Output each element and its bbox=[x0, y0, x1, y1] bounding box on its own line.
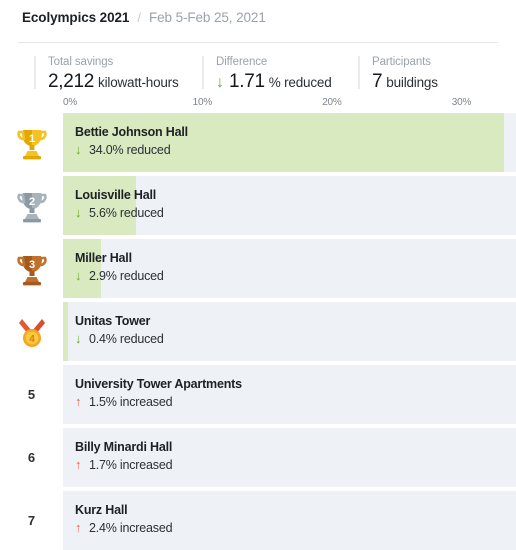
rank-cell: 4 bbox=[0, 302, 63, 361]
arrow-up-icon: ↑ bbox=[75, 520, 82, 535]
bar-track: Bettie Johnson Hall ↓ 34.0% reduced bbox=[63, 113, 516, 172]
row-text: Kurz Hall ↑ 2.4% increased bbox=[63, 491, 516, 537]
bar-track: Kurz Hall ↑ 2.4% increased bbox=[63, 491, 516, 550]
rank-number: 7 bbox=[27, 513, 36, 528]
trophy-icon: 1 bbox=[16, 129, 47, 159]
row-text: University Tower Apartments ↑ 1.5% incre… bbox=[63, 365, 516, 411]
change-value: 0.4% reduced bbox=[88, 332, 164, 346]
axis-tick-label: 10% bbox=[192, 97, 213, 108]
leaderboard-row[interactable]: 5 University Tower Apartments ↑ 1.5% inc… bbox=[0, 365, 516, 424]
change-line: ↑ 2.4% increased bbox=[75, 519, 516, 537]
rank-cell: 2 bbox=[0, 176, 63, 235]
stat-value: 1.71 bbox=[229, 71, 265, 92]
chart-x-axis: 0% 10% 20% 30% bbox=[0, 97, 516, 113]
stat-label: Participants bbox=[372, 56, 431, 68]
arrow-down-icon: ↓ bbox=[75, 142, 82, 157]
arrow-up-icon: ↑ bbox=[75, 394, 82, 409]
arrow-down-icon: ↓ bbox=[75, 205, 82, 220]
stat-value: 2,212 bbox=[48, 71, 95, 92]
trophy-icon: 3 bbox=[16, 255, 47, 285]
bar-track: Louisville Hall ↓ 5.6% reduced bbox=[63, 176, 516, 235]
building-name: Bettie Johnson Hall bbox=[75, 125, 188, 139]
leaderboard-row[interactable]: 6 Billy Minardi Hall ↑ 1.7% increased bbox=[0, 428, 516, 487]
change-value: 2.9% reduced bbox=[88, 269, 164, 283]
change-value: 1.7% increased bbox=[88, 458, 173, 472]
leaderboard-row[interactable]: 3 Miller Hall ↓ 2.9% reduced bbox=[0, 239, 516, 298]
stat-value-group: 7 buildings bbox=[372, 70, 488, 95]
rank-cell: 5 bbox=[0, 365, 63, 424]
page-title: Ecolympics 2021 bbox=[22, 10, 130, 25]
change-line: ↓ 2.9% reduced bbox=[75, 267, 516, 285]
leaderboard-row[interactable]: 4 Unitas Tower ↓ 0.4% reduced bbox=[0, 302, 516, 361]
change-value: 34.0% reduced bbox=[88, 143, 171, 157]
change-value: 2.4% increased bbox=[88, 521, 173, 535]
row-text: Billy Minardi Hall ↑ 1.7% increased bbox=[63, 428, 516, 474]
arrow-down-icon: ↓ bbox=[216, 74, 224, 91]
building-name: University Tower Apartments bbox=[75, 377, 242, 391]
change-value: 5.6% reduced bbox=[88, 206, 164, 220]
row-text: Louisville Hall ↓ 5.6% reduced bbox=[63, 176, 516, 222]
change-line: ↑ 1.5% increased bbox=[75, 393, 516, 411]
rank-number: 6 bbox=[27, 450, 36, 465]
axis-tick-label: 30% bbox=[451, 97, 472, 108]
rank-cell: 6 bbox=[0, 428, 63, 487]
summary-stats: Total savings 2,212 kilowatt-hours Diffe… bbox=[0, 43, 516, 92]
building-name: Unitas Tower bbox=[75, 314, 151, 328]
arrow-down-icon: ↓ bbox=[75, 268, 82, 283]
svg-text:2: 2 bbox=[28, 196, 34, 208]
svg-text:3: 3 bbox=[28, 259, 34, 271]
stat-unit: % reduced bbox=[268, 75, 332, 90]
page-header: Ecolympics 2021 / Feb 5-Feb 25, 2021 bbox=[0, 0, 516, 32]
stat-unit: kilowatt-hours bbox=[98, 75, 179, 90]
stat-unit: buildings bbox=[386, 75, 438, 90]
leaderboard-row[interactable]: 2 Louisville Hall ↓ 5.6% reduced bbox=[0, 176, 516, 235]
rank-cell: 3 bbox=[0, 239, 63, 298]
stat-value-group: ↓ 1.71 % reduced bbox=[216, 70, 350, 95]
stat-total-savings: Total savings 2,212 kilowatt-hours bbox=[34, 55, 194, 92]
trophy-icon: 2 bbox=[16, 192, 47, 222]
rank-cell: 7 bbox=[0, 491, 63, 550]
change-line: ↓ 5.6% reduced bbox=[75, 204, 516, 222]
stat-participants: Participants 7 buildings bbox=[358, 55, 488, 92]
leaderboard-row[interactable]: 7 Kurz Hall ↑ 2.4% increased bbox=[0, 491, 516, 550]
building-name: Billy Minardi Hall bbox=[75, 440, 173, 454]
rank-cell: 1 bbox=[0, 113, 63, 172]
building-name: Miller Hall bbox=[75, 251, 132, 265]
bar-track: University Tower Apartments ↑ 1.5% incre… bbox=[63, 365, 516, 424]
breadcrumb-separator: / bbox=[137, 10, 141, 25]
medal-icon: 4 bbox=[18, 318, 45, 347]
change-line: ↑ 1.7% increased bbox=[75, 456, 516, 474]
axis-tick-label: 20% bbox=[322, 97, 342, 108]
svg-text:4: 4 bbox=[29, 334, 35, 345]
date-range-label: Feb 5-Feb 25, 2021 bbox=[148, 10, 266, 25]
stat-difference: Difference ↓ 1.71 % reduced bbox=[202, 55, 350, 92]
building-name: Kurz Hall bbox=[75, 503, 128, 517]
row-text: Bettie Johnson Hall ↓ 34.0% reduced bbox=[63, 113, 516, 159]
change-line: ↓ 34.0% reduced bbox=[75, 141, 516, 159]
row-text: Unitas Tower ↓ 0.4% reduced bbox=[63, 302, 516, 348]
leaderboard-chart: 0% 10% 20% 30% 1 Bettie Johnson Hall ↓ 34.0… bbox=[0, 97, 516, 550]
leaderboard-row[interactable]: 1 Bettie Johnson Hall ↓ 34.0% reduced bbox=[0, 113, 516, 172]
rank-number: 5 bbox=[27, 387, 36, 402]
row-text: Miller Hall ↓ 2.9% reduced bbox=[63, 239, 516, 285]
stat-label: Total savings bbox=[48, 56, 114, 68]
building-name: Louisville Hall bbox=[75, 188, 157, 202]
arrow-up-icon: ↑ bbox=[75, 457, 82, 472]
bar-track: Billy Minardi Hall ↑ 1.7% increased bbox=[63, 428, 516, 487]
arrow-down-icon: ↓ bbox=[75, 331, 82, 346]
leaderboard-rows: 1 Bettie Johnson Hall ↓ 34.0% reduced 2 bbox=[0, 113, 516, 550]
bar-track: Unitas Tower ↓ 0.4% reduced bbox=[63, 302, 516, 361]
stat-value: 7 bbox=[372, 71, 383, 92]
stat-value-group: 2,212 kilowatt-hours bbox=[48, 70, 194, 95]
change-line: ↓ 0.4% reduced bbox=[75, 330, 516, 348]
change-value: 1.5% increased bbox=[88, 395, 173, 409]
svg-text:1: 1 bbox=[28, 133, 34, 145]
stat-label: Difference bbox=[216, 56, 268, 68]
bar-track: Miller Hall ↓ 2.9% reduced bbox=[63, 239, 516, 298]
axis-tick-label: 0% bbox=[63, 97, 78, 108]
